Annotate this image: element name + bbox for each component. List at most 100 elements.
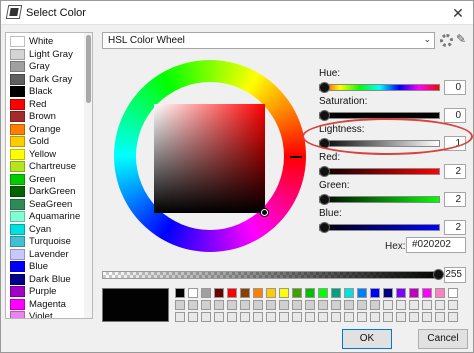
- custom-color-swatch[interactable]: [175, 288, 185, 298]
- custom-color-swatch[interactable]: [435, 312, 445, 322]
- color-list-item[interactable]: Chartreuse: [7, 160, 91, 173]
- custom-color-swatch[interactable]: [227, 312, 237, 322]
- custom-color-swatch[interactable]: [305, 288, 315, 298]
- custom-color-swatch[interactable]: [279, 312, 289, 322]
- slider-value-field[interactable]: 0: [444, 80, 466, 95]
- custom-color-swatch[interactable]: [253, 300, 263, 310]
- eyedropper-icon[interactable]: ✎: [456, 32, 466, 46]
- custom-color-swatch[interactable]: [435, 288, 445, 298]
- custom-color-swatch[interactable]: [396, 300, 406, 310]
- custom-color-swatch[interactable]: [409, 312, 419, 322]
- color-list-item[interactable]: Dark Blue: [7, 273, 91, 286]
- close-icon[interactable]: ✕: [449, 4, 467, 22]
- custom-color-swatch[interactable]: [201, 288, 211, 298]
- custom-color-swatch[interactable]: [240, 288, 250, 298]
- custom-color-swatch[interactable]: [188, 300, 198, 310]
- hue-marker[interactable]: [290, 156, 302, 158]
- custom-color-swatch[interactable]: [292, 300, 302, 310]
- custom-color-swatch[interactable]: [227, 288, 237, 298]
- color-list-item[interactable]: Light Gray: [7, 48, 91, 61]
- color-list-item[interactable]: Purple: [7, 285, 91, 298]
- custom-color-swatch[interactable]: [214, 300, 224, 310]
- custom-color-swatch[interactable]: [266, 288, 276, 298]
- channel-slider[interactable]: [319, 222, 440, 233]
- custom-color-swatch[interactable]: [422, 288, 432, 298]
- custom-color-swatch[interactable]: [422, 312, 432, 322]
- custom-color-swatch[interactable]: [240, 300, 250, 310]
- color-list-item[interactable]: Cyan: [7, 223, 91, 236]
- custom-color-swatch[interactable]: [448, 288, 458, 298]
- color-list-item[interactable]: Red: [7, 98, 91, 111]
- slider-value-field[interactable]: 2: [444, 192, 466, 207]
- custom-color-swatch[interactable]: [292, 312, 302, 322]
- color-mode-select[interactable]: HSL Color Wheel ⌄: [102, 32, 435, 49]
- slider-knob[interactable]: [319, 110, 330, 121]
- custom-color-swatch[interactable]: [409, 288, 419, 298]
- custom-color-swatch[interactable]: [214, 312, 224, 322]
- color-list-item[interactable]: Gray: [7, 60, 91, 73]
- custom-color-swatch[interactable]: [435, 300, 445, 310]
- slider-value-field[interactable]: 2: [444, 164, 466, 179]
- color-list-item[interactable]: Lavender: [7, 248, 91, 261]
- custom-color-swatch[interactable]: [448, 312, 458, 322]
- custom-color-swatch[interactable]: [279, 300, 289, 310]
- custom-color-swatch[interactable]: [383, 288, 393, 298]
- custom-color-swatch[interactable]: [292, 288, 302, 298]
- hex-input[interactable]: #020202: [406, 237, 466, 253]
- color-list-item[interactable]: Orange: [7, 123, 91, 136]
- slider-value-field[interactable]: 2: [444, 220, 466, 235]
- custom-color-swatch[interactable]: [448, 300, 458, 310]
- color-list-item[interactable]: Dark Gray: [7, 73, 91, 86]
- custom-color-swatch[interactable]: [383, 312, 393, 322]
- custom-color-swatch[interactable]: [344, 300, 354, 310]
- slider-knob[interactable]: [319, 82, 330, 93]
- custom-color-swatch[interactable]: [357, 300, 367, 310]
- custom-color-swatch[interactable]: [318, 300, 328, 310]
- color-list-item[interactable]: Turquoise: [7, 235, 91, 248]
- slider-knob[interactable]: [319, 166, 330, 177]
- color-list-item[interactable]: Aquamarine: [7, 210, 91, 223]
- custom-color-swatch[interactable]: [331, 300, 341, 310]
- custom-color-swatch[interactable]: [344, 288, 354, 298]
- custom-color-swatch[interactable]: [383, 300, 393, 310]
- custom-color-swatch[interactable]: [396, 312, 406, 322]
- custom-color-swatch[interactable]: [266, 312, 276, 322]
- color-list-item[interactable]: Black: [7, 85, 91, 98]
- channel-slider[interactable]: [319, 166, 440, 177]
- color-list-item[interactable]: White: [7, 35, 91, 48]
- custom-color-swatch[interactable]: [279, 288, 289, 298]
- custom-color-swatch[interactable]: [357, 312, 367, 322]
- cancel-button[interactable]: Cancel: [418, 329, 468, 349]
- color-picker-marker[interactable]: [261, 209, 268, 216]
- custom-color-swatch[interactable]: [266, 300, 276, 310]
- custom-color-swatch[interactable]: [305, 300, 315, 310]
- custom-color-swatch[interactable]: [253, 312, 263, 322]
- custom-color-swatch[interactable]: [201, 300, 211, 310]
- slider-knob[interactable]: [319, 222, 330, 233]
- custom-color-swatch[interactable]: [227, 300, 237, 310]
- custom-color-swatch[interactable]: [214, 288, 224, 298]
- custom-color-swatch[interactable]: [357, 288, 367, 298]
- color-list-item[interactable]: Blue: [7, 260, 91, 273]
- color-list-item[interactable]: Violet: [7, 310, 91, 318]
- color-list-item[interactable]: Gold: [7, 135, 91, 148]
- saturation-lightness-square[interactable]: [154, 104, 265, 213]
- custom-color-swatch[interactable]: [201, 312, 211, 322]
- custom-color-swatch[interactable]: [175, 300, 185, 310]
- custom-color-swatch[interactable]: [422, 300, 432, 310]
- custom-color-swatch[interactable]: [331, 312, 341, 322]
- custom-color-swatch[interactable]: [188, 288, 198, 298]
- color-list-item[interactable]: Yellow: [7, 148, 91, 161]
- custom-color-swatch[interactable]: [396, 288, 406, 298]
- color-list-item[interactable]: Magenta: [7, 298, 91, 311]
- custom-color-swatch[interactable]: [305, 312, 315, 322]
- custom-color-swatch[interactable]: [370, 288, 380, 298]
- named-color-list[interactable]: White Light Gray Gray Dark Gray Black Red Brow…: [5, 32, 93, 319]
- color-list-item[interactable]: Brown: [7, 110, 91, 123]
- alpha-slider-knob[interactable]: [433, 269, 444, 280]
- custom-color-swatch[interactable]: [240, 312, 250, 322]
- custom-color-swatch[interactable]: [370, 300, 380, 310]
- color-list-item[interactable]: DarkGreen: [7, 185, 91, 198]
- custom-color-swatch[interactable]: [318, 288, 328, 298]
- color-list-item[interactable]: Green: [7, 173, 91, 186]
